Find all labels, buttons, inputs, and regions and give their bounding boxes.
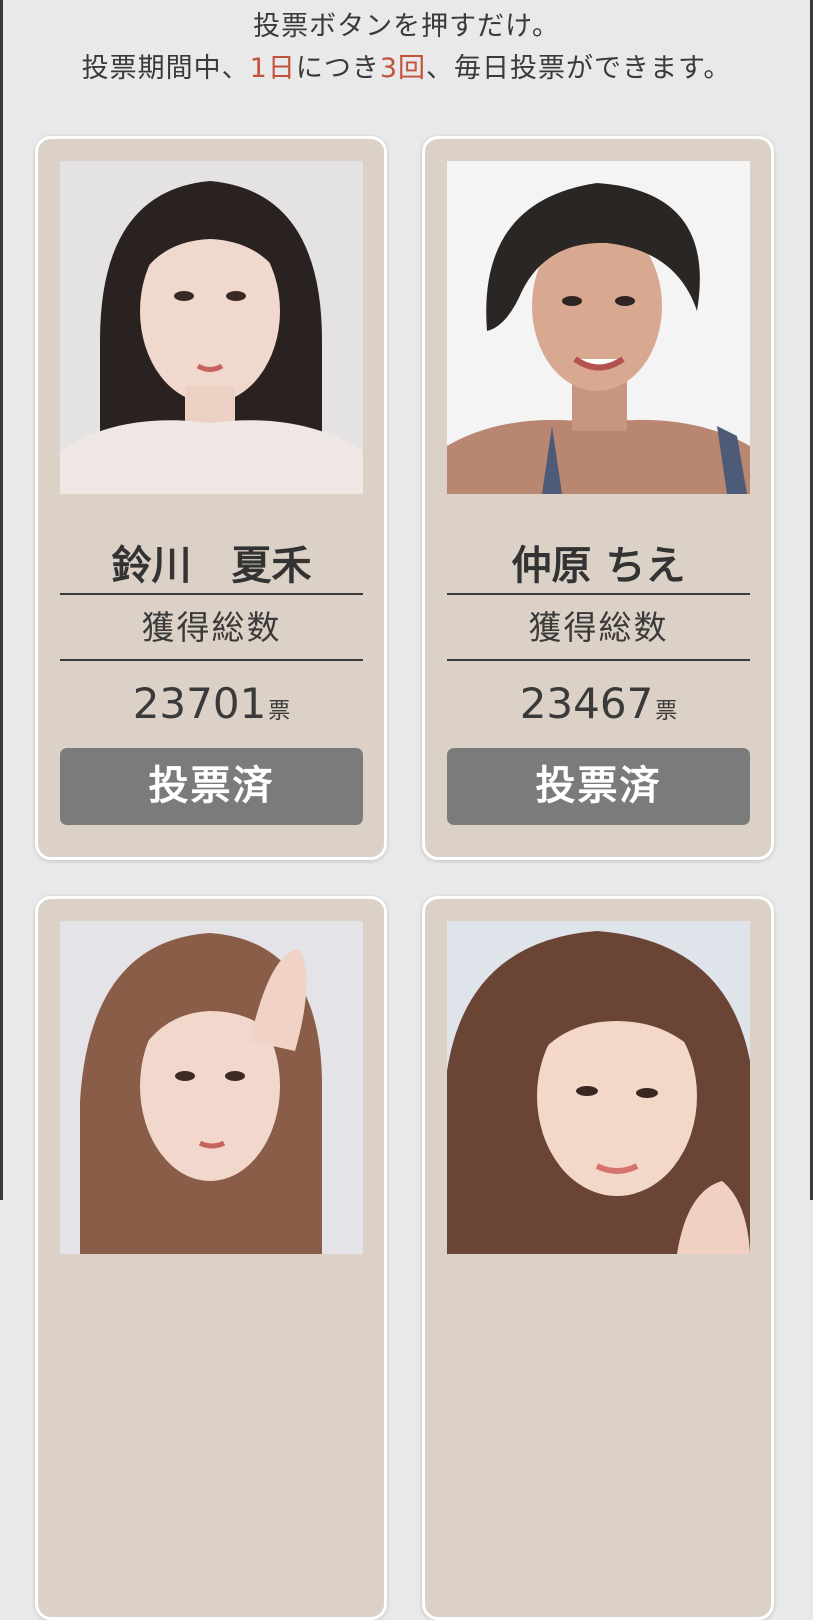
candidate-card: [35, 896, 387, 1620]
candidate-photo: [60, 161, 363, 494]
candidate-card: 仲原 ちえ 獲得総数 23467票 投票済: [422, 136, 774, 860]
candidate-card: 鈴川 夏禾 獲得総数 23701票 投票済: [35, 136, 387, 860]
candidate-photo: [60, 921, 363, 1254]
vote-count: 23467票: [447, 669, 750, 739]
instruction-text: 、毎日投票ができます。: [426, 53, 732, 84]
vote-count-number: 23701: [132, 679, 267, 728]
vote-count-unit: 票: [655, 699, 678, 724]
total-votes-label: 獲得総数: [447, 595, 750, 661]
candidate-name: 仲原 ちえ: [447, 537, 750, 595]
candidate-card: [422, 896, 774, 1620]
vote-count-unit: 票: [268, 699, 291, 724]
instruction-line-2: 投票期間中、1日につき3回、毎日投票ができます。: [0, 48, 813, 90]
vote-count-number: 23467: [519, 679, 654, 728]
candidate-name: 鈴川 夏禾: [60, 537, 363, 595]
voting-instructions: 投票ボタンを押すだけ。 投票期間中、1日につき3回、毎日投票ができます。: [0, 6, 813, 90]
vote-count: 23701票: [60, 669, 363, 739]
total-votes-label: 獲得総数: [60, 595, 363, 661]
instruction-line-1: 投票ボタンを押すだけ。: [253, 11, 560, 42]
vote-button[interactable]: 投票済: [447, 748, 750, 825]
candidate-photo: [447, 161, 750, 494]
vote-button[interactable]: 投票済: [60, 748, 363, 825]
instruction-highlight-count: 3回: [379, 53, 427, 84]
candidate-photo: [447, 921, 750, 1254]
instruction-highlight-day: 1日: [249, 53, 296, 84]
instruction-text: につき: [295, 53, 380, 84]
instruction-text: 投票期間中、: [81, 53, 250, 84]
